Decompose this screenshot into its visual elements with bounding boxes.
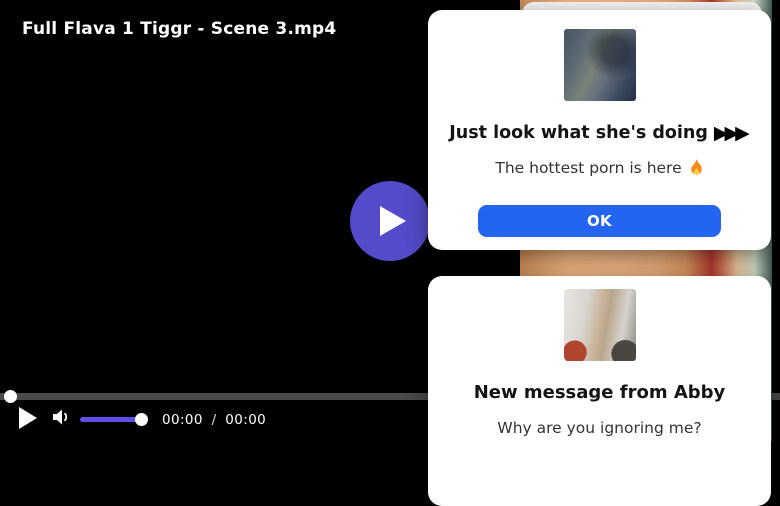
promo-subtitle: The hottest porn is here [428, 159, 771, 177]
video-title: Full Flava 1 Tiggr - Scene 3.mp4 [22, 19, 336, 39]
time-display: 00:00 / 00:00 [162, 412, 266, 428]
message-body: Why are you ignoring me? [428, 419, 771, 437]
ok-button[interactable]: OK [478, 205, 721, 237]
speaker-icon [52, 409, 70, 425]
play-button[interactable] [17, 407, 39, 431]
current-time: 00:00 [162, 412, 203, 428]
volume-handle[interactable] [135, 413, 148, 426]
play-icon [380, 206, 406, 236]
page: Full Flava 1 Tiggr - Scene 3.mp4 00:00 [0, 0, 780, 441]
promo-title: Just look what she's doing ▶▶▶ [428, 123, 771, 143]
time-separator: / [212, 412, 217, 428]
seek-handle[interactable] [4, 390, 17, 403]
message-title: New message from Abby [428, 382, 771, 403]
mute-button[interactable] [50, 409, 72, 427]
play-icon [19, 407, 37, 429]
fire-icon [689, 159, 704, 177]
promo-popup: Just look what she's doing ▶▶▶ The hotte… [428, 10, 771, 250]
promo-subtitle-text: The hottest porn is here [495, 159, 681, 177]
big-play-button[interactable] [350, 181, 430, 261]
promo-thumbnail [564, 29, 636, 101]
triple-play-icon: ▶▶▶ [714, 124, 750, 143]
duration: 00:00 [225, 412, 266, 428]
volume-slider[interactable] [80, 417, 142, 422]
promo-title-text: Just look what she's doing [449, 123, 708, 143]
message-thumbnail [564, 289, 636, 361]
message-popup[interactable]: New message from Abby Why are you ignori… [428, 276, 771, 506]
